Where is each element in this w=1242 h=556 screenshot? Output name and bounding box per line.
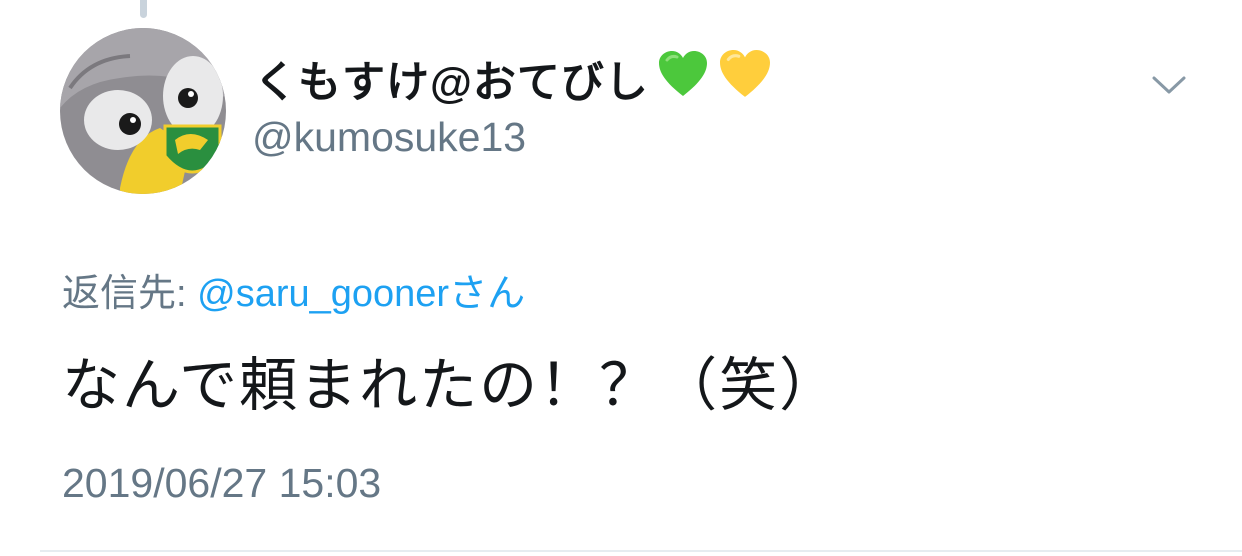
- divider: [40, 550, 1242, 552]
- reply-context: 返信先: @saru_goonerさん: [62, 262, 525, 317]
- display-name[interactable]: くもすけ@おてびし: [254, 48, 773, 110]
- user-handle[interactable]: @kumosuke13: [252, 114, 526, 161]
- yellow-heart-icon: [717, 49, 773, 110]
- thread-connector-line: [140, 0, 147, 18]
- green-heart-icon: [657, 50, 709, 109]
- reply-prefix: 返信先:: [62, 273, 198, 315]
- owl-avatar-icon: [60, 28, 226, 194]
- tweet-timestamp[interactable]: 2019/06/27 15:03: [62, 460, 381, 507]
- avatar[interactable]: [60, 28, 226, 194]
- display-name-text: くもすけ@おてびし: [254, 59, 649, 107]
- chevron-down-icon[interactable]: [1150, 70, 1188, 100]
- reply-suffix[interactable]: さん: [449, 273, 525, 315]
- tweet-text: なんで頼まれたの！？（笑）: [62, 353, 840, 418]
- reply-to-link[interactable]: @saru_gooner: [197, 273, 449, 315]
